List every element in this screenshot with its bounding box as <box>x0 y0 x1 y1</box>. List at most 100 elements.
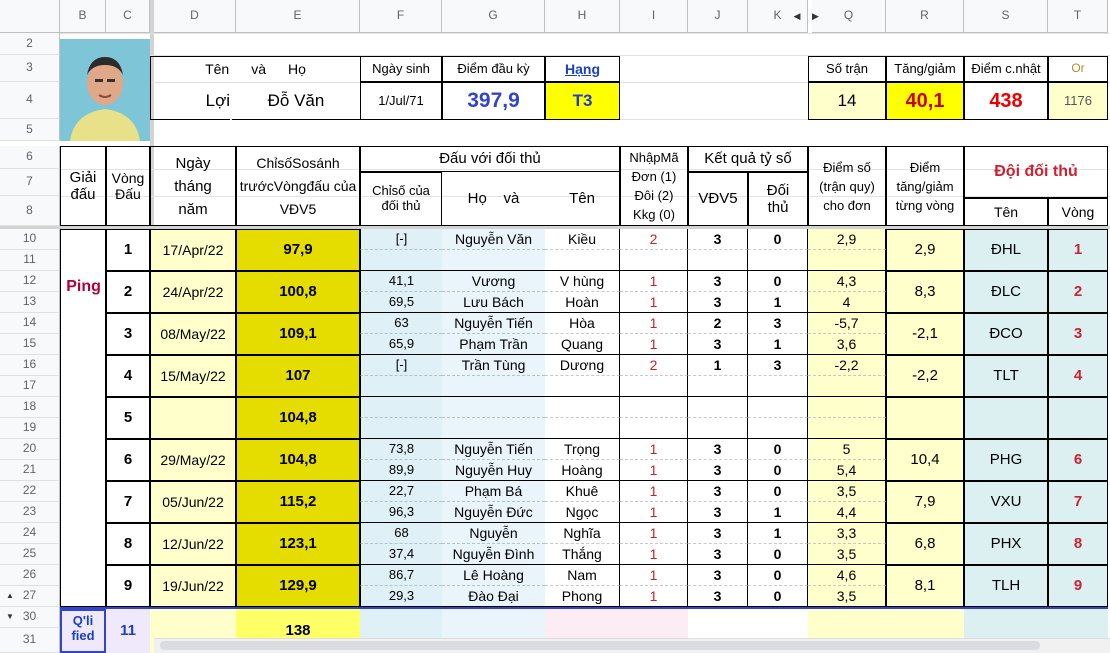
opponent-team[interactable]: ĐCO <box>964 313 1048 355</box>
opponent-index[interactable]: 22,7 <box>360 481 442 502</box>
row-header-26[interactable]: 26 <box>0 565 60 586</box>
column-header-E[interactable]: E <box>236 0 360 33</box>
match-type-code[interactable] <box>620 418 688 439</box>
player-rank[interactable]: T3 <box>545 82 620 120</box>
opponent-team-round[interactable]: 9 <box>1048 565 1108 607</box>
score-opponent[interactable]: 0 <box>748 460 808 481</box>
round-number[interactable]: 8 <box>106 523 150 565</box>
opponent-team-round[interactable] <box>1048 397 1108 439</box>
opponent-name[interactable]: Hoàng <box>545 460 620 481</box>
opponent-index[interactable]: 86,7 <box>360 565 442 586</box>
opponent-name[interactable]: Nghĩa <box>545 523 620 544</box>
opponent-index[interactable]: 29,3 <box>360 586 442 607</box>
opponent-team[interactable]: ĐHL <box>964 229 1048 271</box>
round-points-change[interactable]: 6,8 <box>886 523 964 565</box>
opponent-surname[interactable]: Nguyễn Huy <box>442 460 545 481</box>
match-type-code[interactable]: 1 <box>620 523 688 544</box>
match-type-code[interactable]: 1 <box>620 502 688 523</box>
opponent-team[interactable]: TLT <box>964 355 1048 397</box>
opponent-index[interactable]: 68 <box>360 523 442 544</box>
round-date[interactable]: 15/May/22 <box>150 355 236 397</box>
opponent-index[interactable]: 96,3 <box>360 502 442 523</box>
match-type-code[interactable]: 1 <box>620 334 688 355</box>
score-opponent[interactable]: 1 <box>748 523 808 544</box>
round-points-change[interactable] <box>886 397 964 439</box>
opponent-name[interactable]: Ngọc <box>545 502 620 523</box>
score-opponent[interactable] <box>748 397 808 418</box>
score-player[interactable]: 3 <box>688 460 748 481</box>
score-opponent[interactable]: 1 <box>748 502 808 523</box>
opponent-team[interactable]: VXU <box>964 481 1048 523</box>
score-player[interactable]: 3 <box>688 502 748 523</box>
match-type-code[interactable]: 1 <box>620 586 688 607</box>
round-points-change[interactable]: -2,1 <box>886 313 964 355</box>
score-player[interactable] <box>688 250 748 271</box>
match-type-code[interactable]: 2 <box>620 355 688 376</box>
opponent-name[interactable]: Hoàn <box>545 292 620 313</box>
match-points[interactable]: -5,7 <box>808 313 886 334</box>
match-type-code[interactable]: 1 <box>620 439 688 460</box>
opponent-team[interactable]: PHX <box>964 523 1048 565</box>
match-type-code[interactable]: 1 <box>620 565 688 586</box>
opponent-team[interactable]: ĐLC <box>964 271 1048 313</box>
player-birthdate[interactable]: 1/Jul/71 <box>360 82 442 120</box>
round-points-change[interactable]: 8,1 <box>886 565 964 607</box>
match-points[interactable] <box>808 250 886 271</box>
opponent-surname[interactable]: Đào Đại <box>442 586 545 607</box>
opponent-team-round[interactable]: 6 <box>1048 439 1108 481</box>
score-opponent[interactable] <box>748 418 808 439</box>
round-points-change[interactable]: -2,2 <box>886 355 964 397</box>
opponent-surname[interactable]: Lưu Bách <box>442 292 545 313</box>
score-player[interactable]: 3 <box>688 229 748 250</box>
round-index[interactable]: 104,8 <box>236 397 360 439</box>
round-number[interactable]: 7 <box>106 481 150 523</box>
round-date[interactable] <box>150 397 236 439</box>
round-date[interactable]: 08/May/22 <box>150 313 236 355</box>
score-opponent[interactable]: 0 <box>748 481 808 502</box>
hidden-columns-right-arrow-icon[interactable]: ▶ <box>812 8 824 24</box>
qualified-round[interactable]: 11 <box>106 609 150 653</box>
match-points[interactable] <box>808 376 886 397</box>
round-points-change[interactable]: 10,4 <box>886 439 964 481</box>
opponent-index[interactable]: [-] <box>360 229 442 250</box>
match-type-code[interactable]: 1 <box>620 271 688 292</box>
row-header-14[interactable]: 14 <box>0 313 60 334</box>
opponent-index[interactable]: 89,9 <box>360 460 442 481</box>
round-index[interactable]: 107 <box>236 355 360 397</box>
opponent-name[interactable] <box>545 250 620 271</box>
opponent-index[interactable]: [-] <box>360 355 442 376</box>
score-player[interactable]: 3 <box>688 481 748 502</box>
match-type-code[interactable]: 1 <box>620 460 688 481</box>
opponent-name[interactable]: Thắng <box>545 544 620 565</box>
opponent-surname[interactable]: Phạm Trần <box>442 334 545 355</box>
round-index[interactable]: 104,8 <box>236 439 360 481</box>
opponent-name[interactable]: Nam <box>545 565 620 586</box>
opponent-index[interactable]: 65,9 <box>360 334 442 355</box>
opponent-team-round[interactable]: 2 <box>1048 271 1108 313</box>
column-header-S[interactable]: S <box>964 0 1048 33</box>
round-points-change[interactable]: 7,9 <box>886 481 964 523</box>
opponent-team-round[interactable]: 8 <box>1048 523 1108 565</box>
opponent-index[interactable] <box>360 397 442 418</box>
row-header-10[interactable]: 10 <box>0 229 60 250</box>
opponent-surname[interactable] <box>442 418 545 439</box>
row-header-21[interactable]: 21 <box>0 460 60 481</box>
opponent-team-round[interactable]: 3 <box>1048 313 1108 355</box>
match-points[interactable]: 4,4 <box>808 502 886 523</box>
round-date[interactable]: 17/Apr/22 <box>150 229 236 271</box>
score-opponent[interactable]: 3 <box>748 355 808 376</box>
match-points[interactable]: 3,5 <box>808 586 886 607</box>
row-header-12[interactable]: 12 <box>0 271 60 292</box>
opponent-team-round[interactable]: 7 <box>1048 481 1108 523</box>
opponent-name[interactable]: Hòa <box>545 313 620 334</box>
row-header-24[interactable]: 24 <box>0 523 60 544</box>
score-opponent[interactable]: 0 <box>748 439 808 460</box>
select-all-corner[interactable] <box>0 0 60 33</box>
opponent-surname[interactable]: Phạm Bá <box>442 481 545 502</box>
column-header-R[interactable]: R <box>886 0 964 33</box>
score-player[interactable]: 3 <box>688 544 748 565</box>
row-header-31[interactable]: 31 <box>0 628 60 653</box>
match-type-code[interactable] <box>620 250 688 271</box>
round-number[interactable]: 6 <box>106 439 150 481</box>
round-date[interactable]: 12/Jun/22 <box>150 523 236 565</box>
